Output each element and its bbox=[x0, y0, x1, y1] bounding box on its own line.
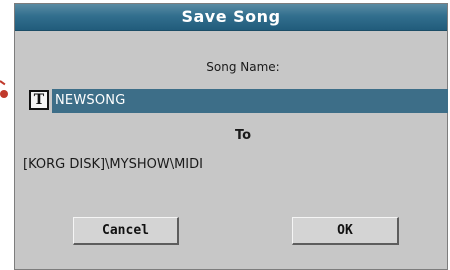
to-label-row: To bbox=[15, 128, 447, 143]
destination-path: [KORG DISK]\MYSHOW\MIDI bbox=[23, 157, 203, 172]
callout-pointer-line bbox=[0, 80, 6, 86]
save-song-dialog: Save Song Song Name: T NEWSONG To [KORG … bbox=[14, 3, 448, 270]
callout-pointer-icon bbox=[0, 90, 8, 98]
ok-button[interactable]: OK bbox=[292, 217, 399, 245]
cancel-button[interactable]: Cancel bbox=[73, 217, 179, 245]
song-name-label: Song Name: bbox=[206, 60, 280, 74]
to-label: To bbox=[234, 128, 252, 143]
text-edit-button[interactable]: T bbox=[29, 90, 49, 110]
text-edit-icon: T bbox=[33, 92, 45, 108]
dialog-title: Save Song bbox=[181, 7, 281, 26]
song-name-field[interactable]: NEWSONG bbox=[52, 89, 448, 113]
dialog-title-bar: Save Song bbox=[15, 4, 447, 31]
song-name-label-row: Song Name: bbox=[15, 60, 447, 74]
